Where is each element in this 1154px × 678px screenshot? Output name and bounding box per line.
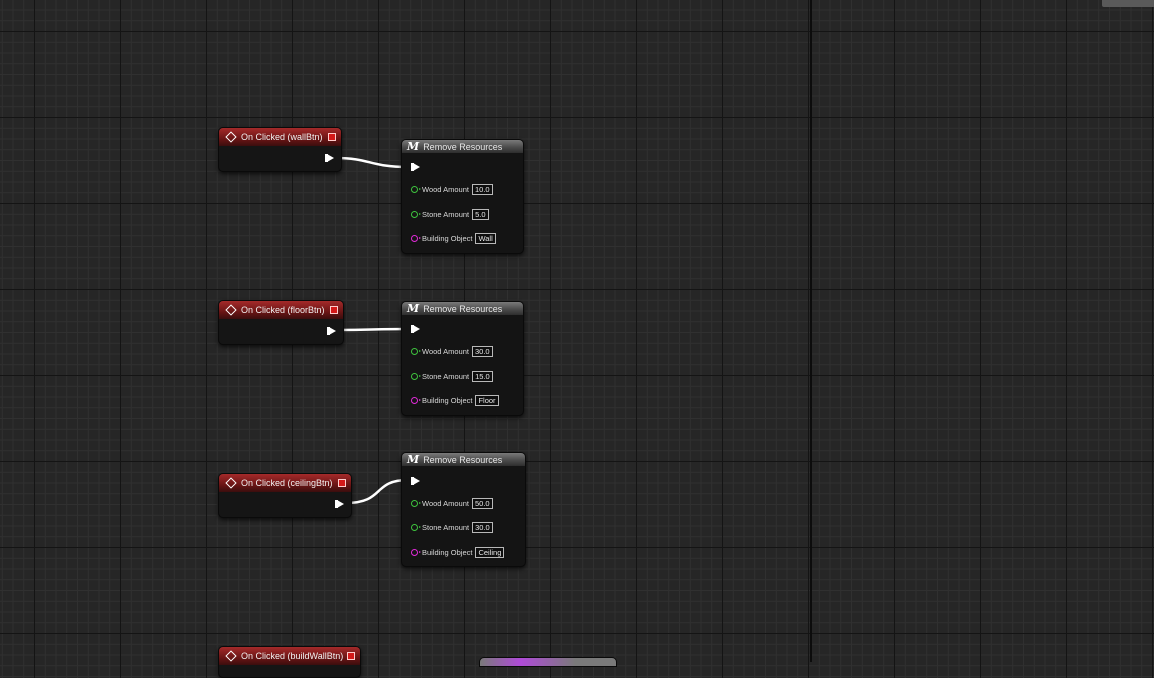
- event-node-header: On Clicked (wallBtn): [219, 128, 341, 146]
- pin-label: Wood Amount: [422, 185, 469, 194]
- exec-wire-ceiling: [345, 478, 409, 505]
- function-node-title: Remove Resources: [423, 303, 503, 314]
- delegate-pin-icon[interactable]: [328, 133, 336, 141]
- event-node-build-wall-button[interactable]: On Clicked (buildWallBtn): [218, 646, 361, 678]
- stone-amount-pin[interactable]: Stone Amount 5.0: [411, 209, 489, 220]
- wood-amount-input[interactable]: 10.0: [471, 184, 493, 195]
- event-node-wall-button[interactable]: On Clicked (wallBtn): [218, 127, 342, 172]
- stone-amount-input[interactable]: 15.0: [472, 371, 493, 382]
- wood-amount-input[interactable]: 50.0: [471, 498, 493, 509]
- exec-input-pin[interactable]: [411, 163, 420, 171]
- pin-label: Stone Amount: [422, 523, 470, 532]
- float-pin-icon[interactable]: [411, 348, 421, 355]
- building-object-input[interactable]: Ceiling: [475, 547, 505, 558]
- delegate-pin-icon[interactable]: [338, 479, 346, 487]
- event-node-header: On Clicked (ceilingBtn): [219, 474, 351, 492]
- exec-output-pin[interactable]: [325, 154, 334, 162]
- exec-output-pin[interactable]: [327, 327, 336, 335]
- delegate-pin-icon[interactable]: [347, 652, 355, 660]
- event-node-title: On Clicked (floorBtn): [241, 305, 325, 315]
- exec-wire-wall: [335, 156, 409, 169]
- building-object-input[interactable]: Wall: [475, 233, 496, 244]
- wood-amount-pin[interactable]: Wood Amount 50.0: [411, 498, 493, 509]
- object-pin-icon[interactable]: [411, 235, 421, 242]
- float-pin-icon[interactable]: [411, 373, 421, 380]
- stone-amount-pin[interactable]: Stone Amount 15.0: [411, 371, 493, 382]
- function-node-title: Remove Resources: [423, 454, 503, 465]
- event-node-header: On Clicked (floorBtn): [219, 301, 343, 319]
- event-node-title: On Clicked (ceilingBtn): [241, 478, 333, 488]
- function-node-header: M Remove Resources: [402, 302, 523, 315]
- graph-origin-axis-line: [810, 0, 812, 662]
- function-icon: M: [407, 453, 420, 466]
- building-object-pin[interactable]: Building Object Floor: [411, 395, 499, 406]
- event-icon: [225, 131, 237, 143]
- function-node-header: M Remove Resources: [402, 453, 525, 466]
- pin-label: Wood Amount: [422, 347, 469, 356]
- function-icon: M: [407, 140, 420, 153]
- stone-amount-input[interactable]: 5.0: [472, 209, 489, 220]
- remove-resources-node-floor[interactable]: M Remove Resources Wood Amount 30.0 Ston…: [401, 301, 524, 416]
- wood-amount-input[interactable]: 30.0: [471, 346, 493, 357]
- stone-amount-input[interactable]: 30.0: [472, 522, 493, 533]
- wood-amount-pin[interactable]: Wood Amount 10.0: [411, 184, 493, 195]
- remove-resources-node-ceiling[interactable]: M Remove Resources Wood Amount 50.0 Ston…: [401, 452, 526, 567]
- building-object-pin[interactable]: Building Object Wall: [411, 233, 496, 244]
- panel-corner-tab[interactable]: [1102, 0, 1154, 7]
- float-pin-icon[interactable]: [411, 186, 421, 193]
- remove-resources-node-wall[interactable]: M Remove Resources Wood Amount 10.0 Ston…: [401, 139, 524, 254]
- object-pin-icon[interactable]: [411, 549, 421, 556]
- pin-label: Building Object: [422, 548, 473, 557]
- event-node-header: On Clicked (buildWallBtn): [219, 647, 360, 665]
- function-icon: M: [407, 302, 420, 315]
- float-pin-icon[interactable]: [411, 211, 421, 218]
- partial-function-node[interactable]: [479, 657, 617, 667]
- wood-amount-pin[interactable]: Wood Amount 30.0: [411, 346, 493, 357]
- function-node-header: M Remove Resources: [402, 140, 523, 153]
- pin-label: Stone Amount: [422, 210, 470, 219]
- building-object-input[interactable]: Floor: [475, 395, 499, 406]
- exec-input-pin[interactable]: [411, 477, 420, 485]
- event-node-ceiling-button[interactable]: On Clicked (ceilingBtn): [218, 473, 352, 518]
- pin-label: Building Object: [422, 234, 473, 243]
- event-icon: [225, 304, 237, 316]
- exec-input-pin[interactable]: [411, 325, 420, 333]
- pin-label: Building Object: [422, 396, 473, 405]
- exec-wire-floor: [337, 327, 409, 332]
- function-node-title: Remove Resources: [423, 141, 503, 152]
- exec-output-pin[interactable]: [335, 500, 344, 508]
- float-pin-icon[interactable]: [411, 524, 421, 531]
- delegate-pin-icon[interactable]: [330, 306, 338, 314]
- event-node-title: On Clicked (wallBtn): [241, 132, 323, 142]
- pin-label: Stone Amount: [422, 372, 470, 381]
- event-node-floor-button[interactable]: On Clicked (floorBtn): [218, 300, 344, 345]
- exec-wires: [335, 156, 409, 505]
- event-icon: [225, 650, 237, 662]
- stone-amount-pin[interactable]: Stone Amount 30.0: [411, 522, 493, 533]
- float-pin-icon[interactable]: [411, 500, 421, 507]
- pin-label: Wood Amount: [422, 499, 469, 508]
- event-icon: [225, 477, 237, 489]
- building-object-pin[interactable]: Building Object Ceiling: [411, 547, 505, 558]
- object-pin-icon[interactable]: [411, 397, 421, 404]
- event-node-title: On Clicked (buildWallBtn): [241, 651, 344, 661]
